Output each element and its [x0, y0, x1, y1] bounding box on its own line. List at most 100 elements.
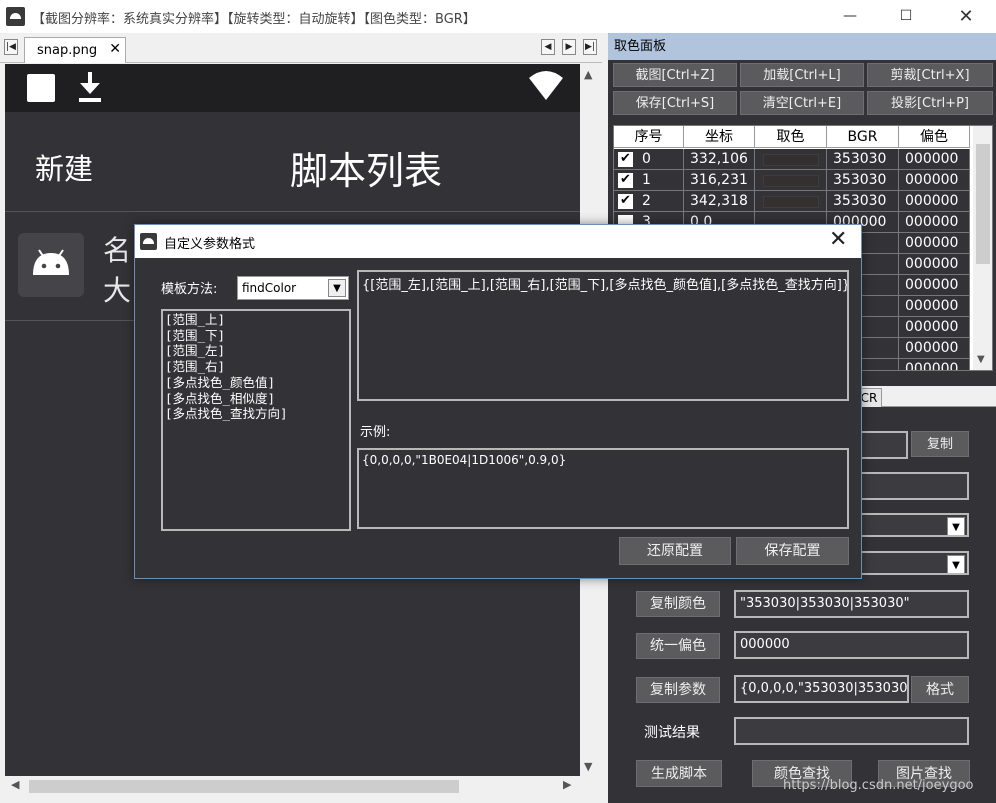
- example-label: 示例:: [360, 425, 391, 440]
- copy-button[interactable]: 复制: [911, 431, 969, 457]
- column-header-coord[interactable]: 坐标: [684, 126, 755, 148]
- scroll-thumb[interactable]: [29, 780, 459, 793]
- text-field-blank[interactable]: [860, 472, 969, 500]
- scroll-left-icon[interactable]: ◀: [11, 778, 19, 791]
- param-item[interactable]: [多点找色_相似度]: [165, 391, 347, 407]
- row-checkbox[interactable]: ✔: [618, 152, 633, 167]
- column-header-index[interactable]: 序号: [614, 126, 684, 148]
- cell-offset[interactable]: 000000: [899, 191, 970, 212]
- cell-color-swatch[interactable]: [755, 149, 827, 170]
- cell-index[interactable]: ✔ 2: [614, 191, 684, 212]
- custom-params-dialog: 自定义参数格式 ✕ 模板方法: findColor ▼ [范围_上] [范围_下…: [134, 224, 862, 579]
- table-scrollbar[interactable]: ▼: [973, 126, 992, 370]
- download-icon: [79, 72, 101, 102]
- cell-bgr[interactable]: 353030: [827, 191, 899, 212]
- load-button[interactable]: 加载[Ctrl+L]: [740, 63, 864, 87]
- param-item[interactable]: [多点找色_查找方向]: [165, 406, 347, 422]
- param-item[interactable]: [范围_上]: [165, 312, 347, 328]
- chevron-down-icon[interactable]: ▼: [947, 517, 965, 535]
- row-index-text: 1: [642, 172, 651, 188]
- copy-color-button[interactable]: 复制颜色: [636, 591, 720, 617]
- save-image-button[interactable]: 保存[Ctrl+S]: [613, 91, 737, 115]
- template-method-select[interactable]: findColor ▼: [237, 276, 349, 300]
- dialog-android-icon: [140, 233, 157, 250]
- table-scroll-thumb[interactable]: [976, 144, 990, 264]
- save-config-button[interactable]: 保存配置: [736, 537, 849, 565]
- format-button[interactable]: 格式: [911, 676, 969, 703]
- cell-offset[interactable]: 000000: [899, 149, 970, 170]
- table-row[interactable]: ✔ 2 342,318 353030 000000: [614, 191, 974, 212]
- column-header-offset[interactable]: 偏色: [899, 126, 970, 148]
- new-script-button: 新建: [35, 152, 94, 186]
- color-swatch: [763, 154, 819, 166]
- cell-offset[interactable]: 000000: [899, 359, 970, 370]
- copy-params-button[interactable]: 复制参数: [636, 677, 720, 703]
- cell-offset[interactable]: 000000: [899, 254, 970, 275]
- cell-offset[interactable]: 000000: [899, 296, 970, 317]
- param-item[interactable]: [范围_左]: [165, 343, 347, 359]
- example-textarea[interactable]: {0,0,0,0,"1B0E04|1D1006",0.9,0}: [357, 448, 849, 529]
- cell-coord[interactable]: 342,318: [684, 191, 755, 212]
- maximize-button[interactable]: ☐: [878, 0, 934, 33]
- unify-offset-button[interactable]: 统一偏色: [636, 633, 720, 659]
- canvas-horizontal-scrollbar[interactable]: ◀ ▶: [5, 776, 580, 796]
- dialog-close-button[interactable]: ✕: [829, 227, 847, 252]
- column-header-color[interactable]: 取色: [755, 126, 827, 148]
- project-button[interactable]: 投影[Ctrl+P]: [867, 91, 993, 115]
- input-field-partial[interactable]: [860, 431, 908, 459]
- dialog-title: 自定义参数格式: [164, 237, 256, 252]
- table-row[interactable]: ✔ 1 316,231 353030 000000: [614, 170, 974, 191]
- cell-index[interactable]: ✔ 0: [614, 149, 684, 170]
- column-header-bgr[interactable]: BGR: [827, 126, 899, 148]
- row-index-text: 2: [642, 193, 651, 209]
- row-checkbox[interactable]: ✔: [618, 173, 633, 188]
- table-scroll-down-icon[interactable]: ▼: [977, 354, 985, 365]
- clear-button[interactable]: 清空[Ctrl+E]: [740, 91, 864, 115]
- cell-color-swatch[interactable]: [755, 170, 827, 191]
- cell-offset[interactable]: 000000: [899, 317, 970, 338]
- dropdown-2[interactable]: ▼: [860, 551, 969, 575]
- params-value-field[interactable]: {0,0,0,0,"353030|353030|353030",0.9,0}: [734, 675, 909, 703]
- tab-nav-next-button[interactable]: ▶: [562, 39, 576, 55]
- chevron-down-icon[interactable]: ▼: [947, 555, 965, 573]
- row-checkbox[interactable]: ✔: [618, 194, 633, 209]
- generate-script-button[interactable]: 生成脚本: [636, 760, 722, 787]
- param-list[interactable]: [范围_上] [范围_下] [范围_左] [范围_右] [多点找色_颜色值] […: [161, 309, 351, 531]
- scroll-up-icon[interactable]: ▲: [584, 68, 592, 81]
- screenshot-button[interactable]: 截图[Ctrl+Z]: [613, 63, 737, 87]
- cell-bgr[interactable]: 353030: [827, 170, 899, 191]
- table-row[interactable]: ✔ 0 332,106 353030 000000: [614, 149, 974, 170]
- cell-color-swatch[interactable]: [755, 191, 827, 212]
- color-value-field[interactable]: "353030|353030|353030": [734, 590, 969, 618]
- cell-offset[interactable]: 000000: [899, 275, 970, 296]
- tab-nav-last-button[interactable]: ▶|: [583, 39, 597, 55]
- cell-index[interactable]: ✔ 1: [614, 170, 684, 191]
- tab-nav-prev-button[interactable]: ◀: [541, 39, 555, 55]
- restore-config-button[interactable]: 还原配置: [619, 537, 731, 565]
- tab-close-icon[interactable]: ✕: [109, 41, 121, 57]
- crop-button[interactable]: 剪裁[Ctrl+X]: [867, 63, 993, 87]
- tab-nav-first-button[interactable]: |◀: [4, 39, 18, 55]
- param-item[interactable]: [范围_下]: [165, 328, 347, 344]
- cell-offset[interactable]: 000000: [899, 338, 970, 359]
- offset-value-field[interactable]: 000000: [734, 631, 969, 659]
- chevron-down-icon[interactable]: ▼: [328, 279, 346, 297]
- param-item[interactable]: [范围_右]: [165, 359, 347, 375]
- close-window-button[interactable]: ✕: [938, 0, 994, 33]
- dropdown-1[interactable]: ▼: [860, 513, 969, 537]
- cell-offset[interactable]: 000000: [899, 233, 970, 254]
- cell-coord[interactable]: 316,231: [684, 170, 755, 191]
- cell-bgr[interactable]: 353030: [827, 149, 899, 170]
- template-textarea[interactable]: {[范围_左],[范围_上],[范围_右],[范围_下],[多点找色_颜色值],…: [357, 270, 849, 401]
- tab-snap-png[interactable]: snap.png ✕: [24, 37, 126, 63]
- scroll-down-icon[interactable]: ▼: [584, 760, 592, 773]
- cell-offset[interactable]: 000000: [899, 170, 970, 191]
- test-result-field[interactable]: [734, 717, 969, 745]
- cell-offset[interactable]: 000000: [899, 212, 970, 233]
- minimize-button[interactable]: —: [822, 0, 878, 33]
- param-item[interactable]: [多点找色_颜色值]: [165, 375, 347, 391]
- phone-statusbar: [5, 64, 580, 112]
- color-panel-title: 取色面板: [608, 33, 996, 60]
- cell-coord[interactable]: 332,106: [684, 149, 755, 170]
- scroll-right-icon[interactable]: ▶: [563, 778, 571, 791]
